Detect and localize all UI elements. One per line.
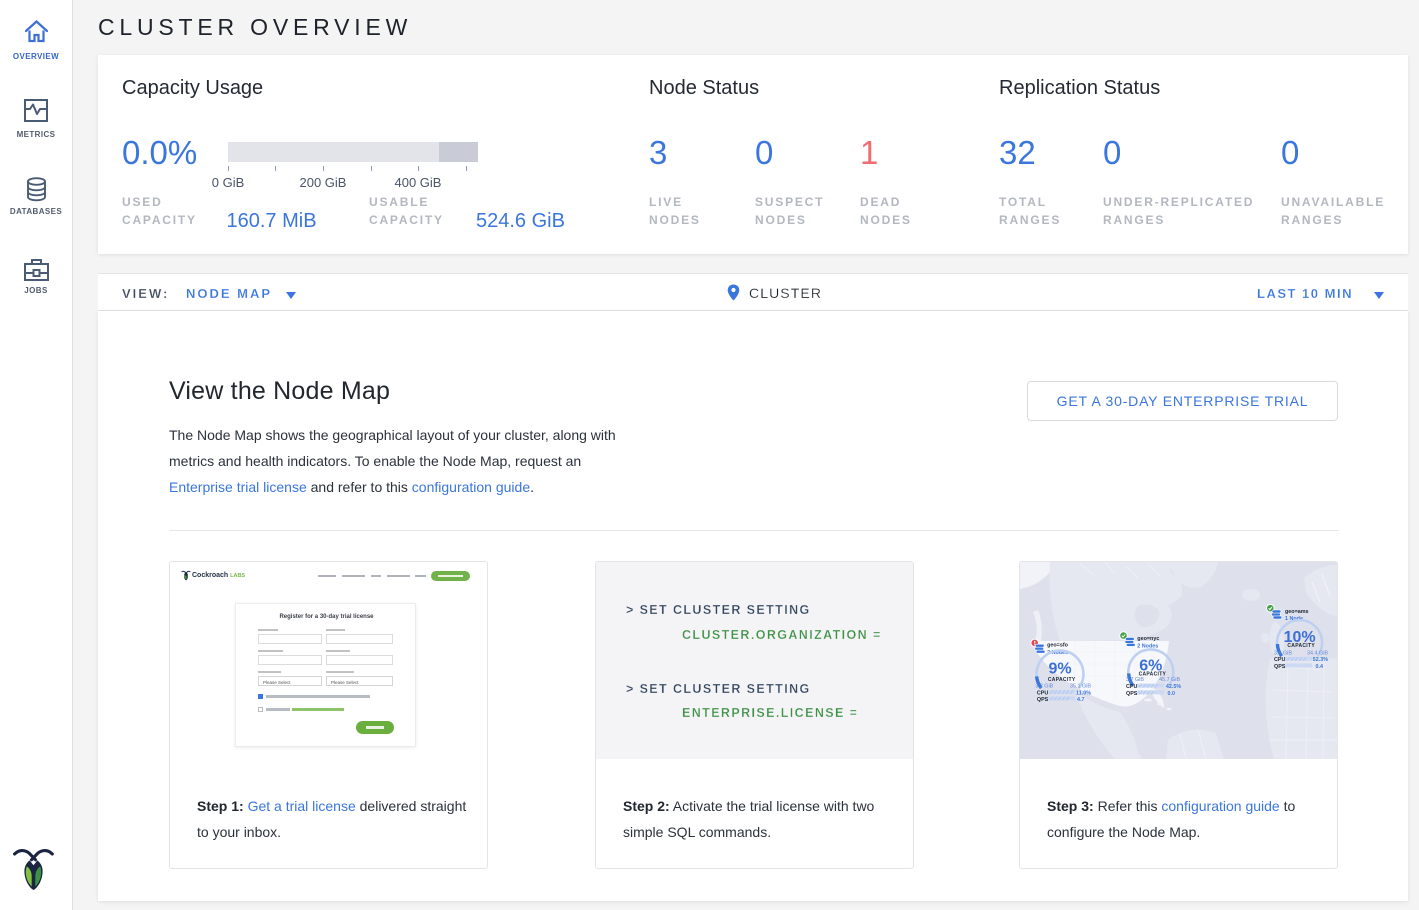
svg-text:QPS: QPS <box>1037 697 1049 703</box>
svg-text:34.4 GiB: 34.4 GiB <box>1307 650 1328 656</box>
svg-text:geo=nyc: geo=nyc <box>1137 636 1159 642</box>
svg-text:3.6 GiB: 3.6 GiB <box>1274 650 1292 656</box>
svg-text:35.1 GiB: 35.1 GiB <box>1070 684 1091 690</box>
svg-text:CAPACITY: CAPACITY <box>1048 677 1076 683</box>
svg-text:11.0%: 11.0% <box>1076 690 1091 696</box>
svg-text:3.2 GiB: 3.2 GiB <box>1035 684 1053 690</box>
svg-text:4.7: 4.7 <box>1077 697 1085 703</box>
svg-text:QPS: QPS <box>1274 664 1286 670</box>
svg-text:QPS: QPS <box>1126 691 1138 697</box>
svg-text:CPU: CPU <box>1037 690 1048 696</box>
svg-text:42.5%: 42.5% <box>1166 684 1181 690</box>
svg-text:0.0: 0.0 <box>1168 691 1176 697</box>
svg-text:52.3%: 52.3% <box>1313 657 1328 663</box>
svg-text:CAPACITY: CAPACITY <box>1287 643 1315 649</box>
svg-text:9%: 9% <box>1048 661 1071 678</box>
svg-text:geo=sfo: geo=sfo <box>1047 642 1069 648</box>
svg-text:CPU: CPU <box>1126 684 1137 690</box>
svg-text:0.4: 0.4 <box>1316 664 1324 670</box>
svg-text:3.7 GiB: 3.7 GiB <box>1126 677 1144 683</box>
svg-text:geo=ams: geo=ams <box>1285 609 1309 615</box>
svg-text:45.7 GiB: 45.7 GiB <box>1159 677 1180 683</box>
svg-text:CPU: CPU <box>1274 657 1285 663</box>
